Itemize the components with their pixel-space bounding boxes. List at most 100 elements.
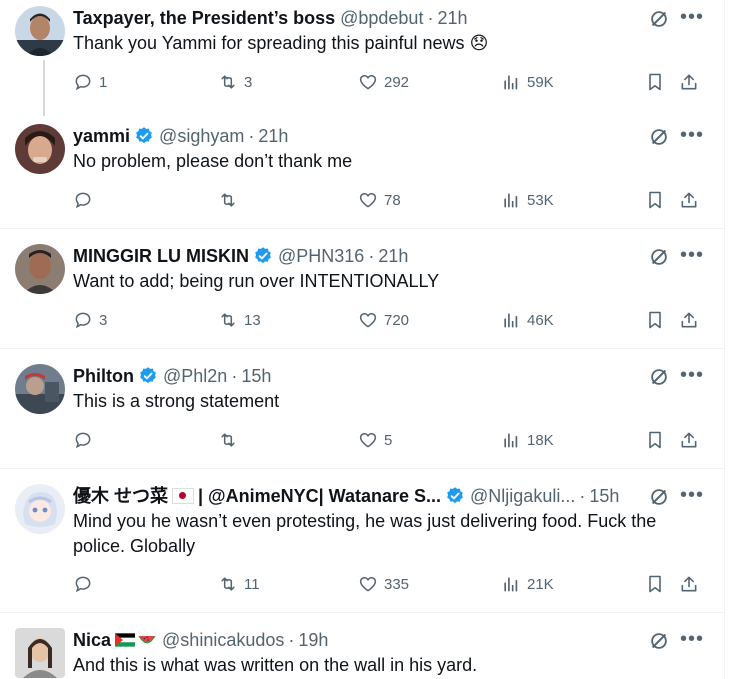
timestamp[interactable]: 19h — [298, 628, 328, 652]
views-button[interactable]: 46K — [501, 310, 554, 330]
reply-button[interactable] — [73, 430, 99, 450]
avatar[interactable] — [15, 6, 65, 56]
author-handle[interactable]: @PHN316 — [278, 244, 364, 268]
bookmark-button[interactable] — [645, 574, 665, 594]
avatar[interactable] — [15, 364, 65, 414]
palestine-flag-icon — [115, 633, 136, 647]
bookmark-button[interactable] — [645, 310, 665, 330]
views-button[interactable]: 18K — [501, 430, 554, 450]
grok-icon[interactable] — [648, 246, 670, 268]
tweet-header: MINGGIR LU MISKIN @PHN316 · 21h — [73, 244, 644, 268]
like-count: 720 — [384, 311, 410, 329]
tweet[interactable]: yammi @sighyam · 21h ••• No problem, ple… — [0, 124, 724, 218]
more-options-icon[interactable]: ••• — [680, 6, 704, 28]
like-button[interactable]: 335 — [358, 574, 409, 594]
author-handle[interactable]: @shinicakudos — [162, 628, 284, 652]
like-button[interactable]: 78 — [358, 190, 401, 210]
share-button[interactable] — [679, 430, 699, 450]
separator-dot: · — [579, 486, 586, 506]
avatar[interactable] — [15, 484, 65, 534]
more-options-icon[interactable]: ••• — [680, 244, 704, 266]
avatar[interactable] — [15, 628, 65, 678]
grok-icon[interactable] — [648, 8, 670, 30]
reply-button[interactable] — [73, 190, 99, 210]
like-button[interactable]: 5 — [358, 430, 392, 450]
views-button[interactable]: 59K — [501, 72, 554, 92]
tweet[interactable]: MINGGIR LU MISKIN @PHN316 · 21h ••• Want… — [0, 244, 724, 338]
author-name[interactable]: Taxpayer, the President’s boss — [73, 6, 335, 30]
more-options-icon[interactable]: ••• — [680, 364, 704, 386]
share-button[interactable] — [679, 190, 699, 210]
author-name-part2[interactable]: | @AnimeNYC| Watanare S... — [198, 484, 441, 508]
tweet[interactable]: 優木 せつ菜 | @AnimeNYC| Watanare S... @Nljig… — [0, 484, 724, 602]
reply-button[interactable] — [73, 574, 99, 594]
grok-icon[interactable] — [648, 366, 670, 388]
author-handle[interactable]: @Nljigakuli... — [470, 484, 575, 508]
like-button[interactable]: 720 — [358, 310, 409, 330]
share-icon — [681, 576, 697, 592]
heart-icon — [359, 432, 377, 448]
share-button[interactable] — [679, 72, 699, 92]
author-name[interactable]: Philton — [73, 364, 134, 388]
bookmark-button[interactable] — [645, 430, 665, 450]
like-button[interactable]: 292 — [358, 72, 409, 92]
author-name[interactable]: yammi — [73, 124, 130, 148]
tweet-actions: 5 18K — [73, 430, 713, 454]
heart-icon — [359, 312, 377, 328]
retweet-button[interactable]: 11 — [218, 574, 260, 594]
author-handle[interactable]: @sighyam — [159, 124, 244, 148]
grok-icon[interactable] — [648, 486, 670, 508]
bookmark-button[interactable] — [645, 190, 665, 210]
more-options-icon[interactable]: ••• — [680, 484, 704, 506]
retweet-icon — [221, 577, 235, 591]
verified-badge-icon — [134, 126, 154, 146]
bookmark-button[interactable] — [645, 72, 665, 92]
share-button[interactable] — [679, 310, 699, 330]
reply-button[interactable]: 1 — [73, 72, 107, 92]
more-options-icon[interactable]: ••• — [680, 628, 704, 650]
reply-button[interactable]: 3 — [73, 310, 107, 330]
views-icon — [504, 75, 518, 90]
separator-dot: · — [368, 246, 375, 266]
retweet-icon — [221, 313, 235, 327]
author-handle[interactable]: @bpdebut — [340, 6, 423, 30]
timestamp[interactable]: 15h — [241, 364, 271, 388]
timestamp[interactable]: 15h — [589, 484, 619, 508]
view-count: 59K — [527, 73, 554, 91]
reply-icon — [75, 312, 91, 329]
column-right-border — [724, 0, 725, 679]
author-name[interactable]: MINGGIR LU MISKIN — [73, 244, 249, 268]
timestamp[interactable]: 21h — [437, 6, 467, 30]
avatar[interactable] — [15, 124, 65, 174]
retweet-button[interactable] — [218, 430, 244, 450]
tweet-header: 優木 せつ菜 | @AnimeNYC| Watanare S... @Nljig… — [73, 484, 644, 508]
share-button[interactable] — [679, 574, 699, 594]
avatar[interactable] — [15, 244, 65, 294]
timestamp[interactable]: 21h — [378, 244, 408, 268]
retweet-button[interactable] — [218, 190, 244, 210]
verified-badge-icon — [445, 486, 465, 506]
avatar-image — [15, 484, 65, 534]
tweet-text: Mind you he wasn’t even protesting, he w… — [73, 511, 657, 556]
tweet-actions: 78 53K — [73, 190, 713, 214]
verified-badge-icon — [138, 366, 158, 386]
retweet-button[interactable]: 3 — [218, 72, 252, 92]
timestamp[interactable]: 21h — [258, 124, 288, 148]
tweet[interactable]: Nica @shinicakudos · 19h ••• And this is… — [0, 628, 724, 679]
avatar-image — [15, 6, 65, 56]
tweet[interactable]: Taxpayer, the President’s boss @bpdebut … — [0, 6, 724, 116]
reply-icon — [75, 576, 91, 593]
tweet[interactable]: Philton @Phl2n · 15h ••• This is a stron… — [0, 364, 724, 458]
grok-icon[interactable] — [648, 126, 670, 148]
separator-dot: · — [427, 8, 434, 28]
author-name-part1[interactable]: 優木 せつ菜 — [73, 484, 168, 508]
more-options-icon[interactable]: ••• — [680, 124, 704, 146]
author-handle[interactable]: @Phl2n — [163, 364, 227, 388]
grok-icon[interactable] — [648, 630, 670, 652]
views-button[interactable]: 53K — [501, 190, 554, 210]
heart-icon — [359, 192, 377, 208]
disappointed-emoji: 😞 — [469, 33, 489, 53]
author-name[interactable]: Nica — [73, 628, 111, 652]
views-button[interactable]: 21K — [501, 574, 554, 594]
retweet-button[interactable]: 13 — [218, 310, 261, 330]
